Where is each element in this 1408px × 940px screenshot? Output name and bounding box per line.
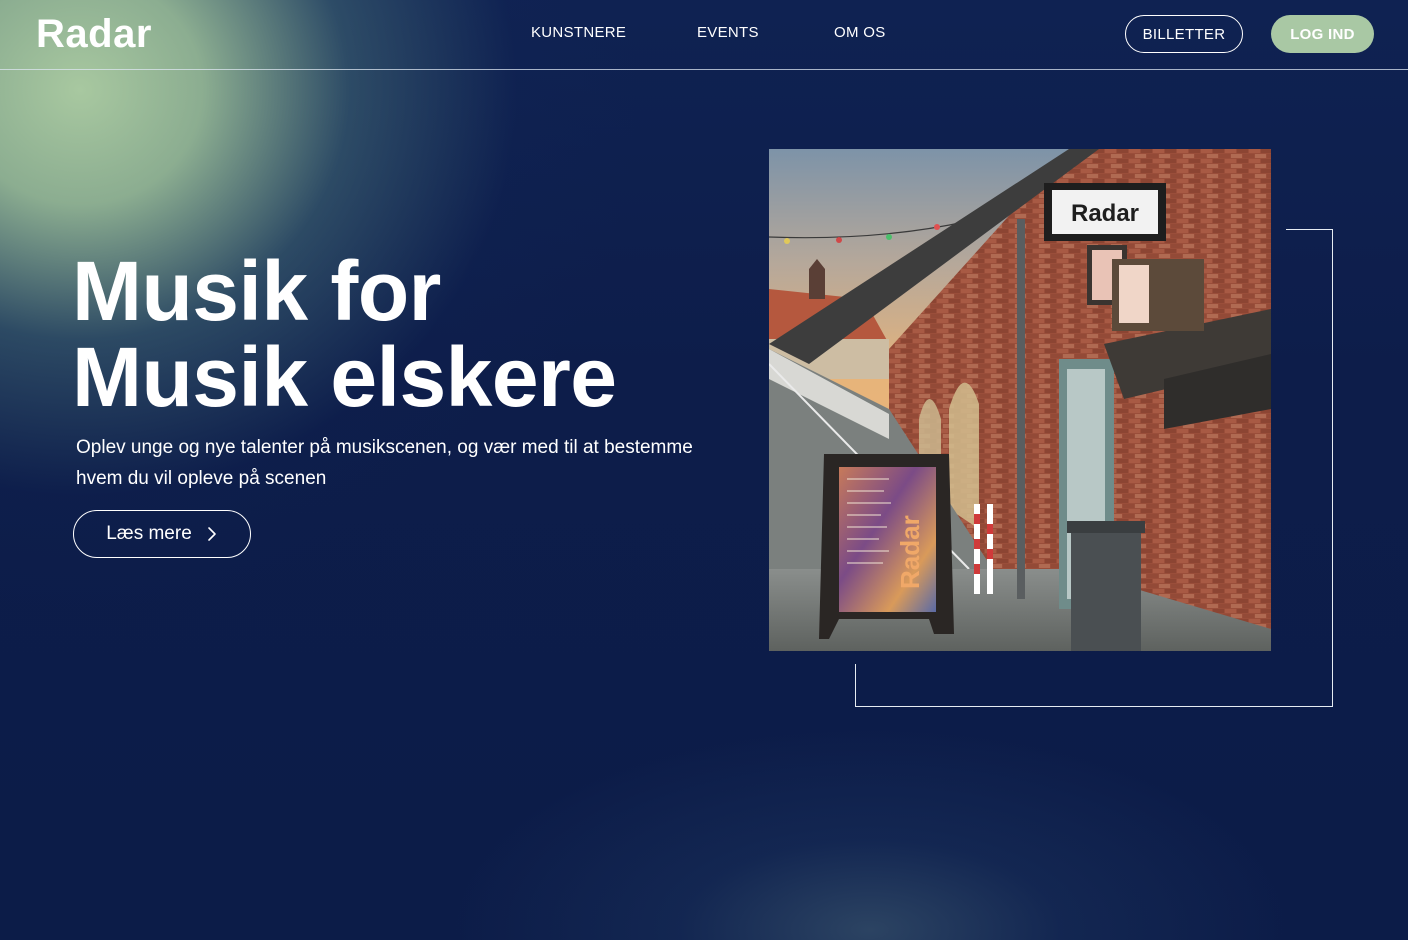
- tickets-button[interactable]: BILLETTER: [1125, 15, 1243, 53]
- nav-link-events[interactable]: EVENTS: [697, 24, 759, 41]
- read-more-label: Læs mere: [106, 523, 192, 544]
- nav-link-om-os[interactable]: OM OS: [834, 24, 886, 41]
- venue-photo: Radar Radar: [769, 149, 1271, 651]
- svg-text:Radar: Radar: [1071, 200, 1139, 227]
- photo-sign-text: Radar: [1071, 200, 1139, 227]
- svg-text:Radar: Radar: [895, 515, 925, 589]
- read-more-button[interactable]: Læs mere: [73, 510, 251, 558]
- hero-subtitle-line-2: hvem du vil opleve på scenen: [76, 468, 327, 489]
- decorative-frame-top: [1286, 229, 1333, 230]
- hero-title-line-2: Musik elskere: [72, 330, 617, 424]
- radar-logo[interactable]: Radar: [36, 12, 152, 57]
- hero-subtitle: Oplev unge og nye talenter på musikscene…: [76, 432, 716, 494]
- login-button[interactable]: LOG IND: [1271, 15, 1374, 53]
- nav-link-kunstnere[interactable]: KUNSTNERE: [531, 24, 626, 41]
- decorative-frame-left: [855, 664, 856, 707]
- hero-title: Musik for Musik elskere: [72, 248, 732, 420]
- hero-title-line-1: Musik for: [72, 244, 441, 338]
- photo-board-text: Radar: [895, 515, 925, 589]
- site-header: Radar KUNSTNERE EVENTS OM OS BILLETTER L…: [0, 0, 1408, 70]
- hero-subtitle-line-1: Oplev unge og nye talenter på musikscene…: [76, 437, 693, 458]
- chevron-right-icon: [207, 527, 216, 541]
